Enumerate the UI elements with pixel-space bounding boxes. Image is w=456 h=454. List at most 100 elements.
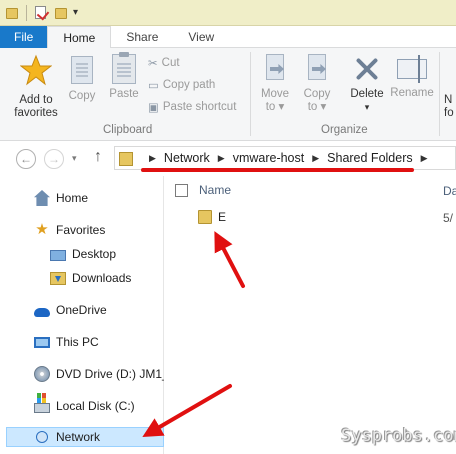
recent-locations-dropdown-icon[interactable]: ▾ [72,153,77,164]
quick-access-dropdown-icon[interactable]: ▾ [73,7,78,18]
add-to-favorites-label-2: favorites [14,107,58,119]
sidebar-item-onedrive[interactable]: OneDrive [34,300,107,320]
move-to-label-2: to ▾ [265,101,285,113]
ribbon-divider [439,52,440,136]
paste-button[interactable]: Paste [106,52,142,101]
add-to-favorites-button[interactable]: Add to favorites [8,54,64,120]
cloud-icon [34,307,50,317]
tab-file[interactable]: File [0,26,48,48]
sidebar-item-downloads[interactable]: Downloads [50,268,131,288]
copy-label: Copy [68,90,96,102]
divider [26,4,27,21]
ribbon: Add to favorites Copy Paste ✂ Cut ▭ Copy… [0,48,456,141]
delete-dropdown-icon[interactable]: ▾ [346,101,388,114]
sidebar-item-label: DVD Drive (D:) JM1_C [56,367,164,381]
delete-label: Delete [350,88,384,100]
cut-label: Cut [161,57,180,69]
chevron-right-icon[interactable]: ▶ [218,153,225,164]
add-to-favorites-label-1: Add to [19,94,53,106]
hard-drive-icon [34,398,50,413]
chevron-right-icon[interactable]: ▶ [312,153,319,164]
sidebar-item-label: Desktop [72,247,117,261]
rename-button[interactable]: Rename [390,54,434,100]
watermark: Sysprobs.com [341,426,456,446]
copy-button[interactable]: Copy [66,56,98,103]
sidebar-item-local-disk[interactable]: Local Disk (C:) [34,396,135,416]
list-item[interactable]: E [198,207,226,227]
paste-shortcut-label: Paste shortcut [162,101,237,113]
folder-icon [198,210,212,224]
column-header-name[interactable]: Name [175,181,231,199]
new-folder-partial-label-1: N [444,94,453,106]
clipboard-group-label: Clipboard [103,124,153,136]
folder-icon[interactable] [4,5,20,21]
sidebar-item-label: This PC [56,335,99,349]
sidebar-item-label: Favorites [56,223,106,237]
computer-icon [34,337,50,348]
sidebar-item-label: Home [56,191,89,205]
up-button[interactable]: ↑ [94,148,102,166]
dvd-drive-icon [34,366,50,382]
forward-button[interactable]: → [44,149,64,169]
sidebar-item-label: Local Disk (C:) [56,399,135,413]
chevron-right-icon[interactable]: ▶ [149,153,156,164]
scissors-icon: ✂ [148,58,158,70]
sidebar-item-favorites[interactable]: ★ Favorites [34,220,105,240]
desktop-icon [50,249,66,261]
new-folder-partial-button[interactable]: N fo [444,94,456,120]
network-icon [36,431,48,443]
copy-icon [71,56,93,84]
annotation-underline [141,168,414,172]
rename-label: Rename [390,87,434,99]
delete-x-icon [352,54,382,84]
new-folder-icon[interactable] [53,5,69,21]
copy-path-label: Copy path [162,79,216,91]
chevron-right-icon[interactable]: ▶ [421,153,428,164]
paste-shortcut-icon: ▣ [148,102,159,114]
sidebar-item-home[interactable]: Home [34,188,88,208]
sidebar-item-desktop[interactable]: Desktop [50,244,116,264]
folder-icon [119,151,133,166]
breadcrumb-network[interactable]: Network [164,151,210,165]
properties-icon[interactable] [33,5,49,21]
tab-share[interactable]: Share [111,26,173,48]
delete-button[interactable]: Delete ▾ [346,54,388,114]
copy-to-button[interactable]: Copy to ▾ [298,54,336,114]
copy-path-button[interactable]: ▭ Copy path [148,78,215,92]
new-folder-partial-label-2: fo [444,107,454,119]
back-button[interactable]: ← [16,149,36,169]
organize-group-label: Organize [321,124,368,136]
select-all-checkbox[interactable] [175,183,188,197]
sidebar-item-network[interactable]: Network [6,427,164,447]
home-icon [34,190,50,206]
list-item-name: E [218,210,227,224]
sidebar-item-label: Network [56,430,101,444]
cut-button[interactable]: ✂ Cut [148,56,180,70]
column-name-label: Name [199,183,232,197]
sidebar-item-label: OneDrive [56,303,107,317]
sidebar-item-this-pc[interactable]: This PC [34,332,99,352]
navigation-pane: Home ★ Favorites Desktop Downloads OneDr… [0,176,164,454]
address-bar[interactable]: ▶ Network ▶ vmware-host ▶ Shared Folders… [114,146,456,170]
paste-label: Paste [109,88,139,100]
ribbon-divider [250,52,251,136]
breadcrumb-shared-folders[interactable]: Shared Folders [327,151,412,165]
copy-to-label-1: Copy [303,88,331,100]
tab-view[interactable]: View [173,26,229,48]
paste-shortcut-button[interactable]: ▣ Paste shortcut [148,100,236,114]
move-to-icon [262,54,288,84]
column-header-date[interactable]: Da [443,184,456,198]
move-to-label-1: Move [260,88,290,100]
copy-to-icon [304,54,330,84]
rename-icon [397,55,427,83]
move-to-button[interactable]: Move to ▾ [256,54,294,114]
sidebar-item-dvd-drive[interactable]: DVD Drive (D:) JM1_C [34,364,164,384]
star-icon [19,54,53,86]
clipboard-icon [112,52,136,84]
breadcrumb-vmware-host[interactable]: vmware-host [233,151,305,165]
star-icon: ★ [35,221,49,238]
title-bar: ▾ [0,0,456,26]
tab-home[interactable]: Home [47,26,112,49]
ribbon-tabs: File Home Share View [0,26,456,49]
copy-to-label-2: to ▾ [307,101,327,113]
